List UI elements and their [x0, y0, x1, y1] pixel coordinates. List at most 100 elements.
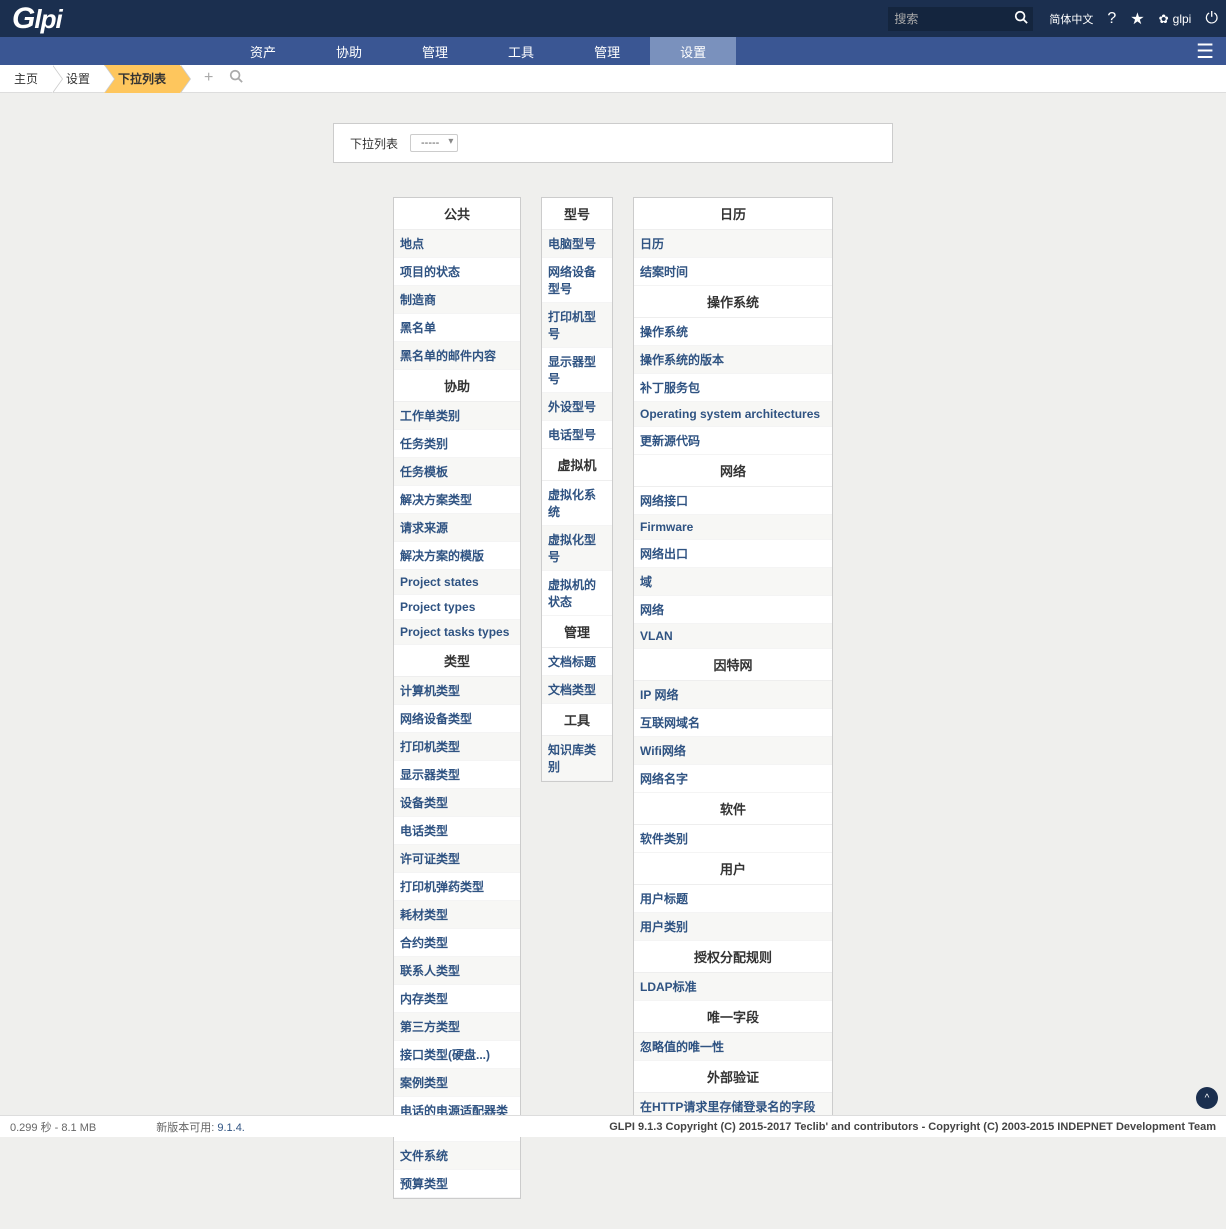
list-item-link[interactable]: 耗材类型: [400, 908, 448, 922]
list-item-link[interactable]: 互联网域名: [640, 716, 700, 730]
language-link[interactable]: 简体中文: [1049, 11, 1093, 27]
list-item: 网络设备型号: [542, 258, 612, 303]
list-item-link[interactable]: 接口类型(硬盘...): [400, 1048, 490, 1062]
list-item-link[interactable]: 文档标题: [548, 655, 596, 669]
list-item-link[interactable]: 文件系统: [400, 1149, 448, 1163]
list-item-link[interactable]: 任务模板: [400, 465, 448, 479]
list-item-link[interactable]: 设备类型: [400, 796, 448, 810]
search-action-icon[interactable]: [229, 69, 243, 88]
list-item-link[interactable]: 文档类型: [548, 683, 596, 697]
list-item-link[interactable]: Project states: [400, 575, 479, 589]
list-item-link[interactable]: 操作系统: [640, 325, 688, 339]
list-item-link[interactable]: 操作系统的版本: [640, 353, 724, 367]
list-item-link[interactable]: 第三方类型: [400, 1020, 460, 1034]
list-item-link[interactable]: 打印机类型: [400, 740, 460, 754]
star-icon[interactable]: ★: [1130, 9, 1144, 29]
list-item-link[interactable]: 黑名单的邮件内容: [400, 349, 496, 363]
list-item-link[interactable]: 网络出口: [640, 547, 688, 561]
list-item-link[interactable]: 知识库类别: [548, 743, 596, 774]
list-item-link[interactable]: 任务类别: [400, 437, 448, 451]
list-item-link[interactable]: 计算机类型: [400, 684, 460, 698]
menu-item-0[interactable]: 资产: [220, 37, 306, 65]
list-item-link[interactable]: 合约类型: [400, 936, 448, 950]
section-header: 管理: [542, 616, 612, 648]
list-item-link[interactable]: Operating system architectures: [640, 407, 820, 421]
section-header: 虚拟机: [542, 449, 612, 481]
breadcrumb-item-2[interactable]: 下拉列表: [104, 65, 180, 93]
list-item-link[interactable]: 工作单类别: [400, 409, 460, 423]
list-item-link[interactable]: 软件类别: [640, 832, 688, 846]
menu-item-2[interactable]: 管理: [392, 37, 478, 65]
list-item-link[interactable]: 解决方案类型: [400, 493, 472, 507]
list-item-link[interactable]: Project tasks types: [400, 625, 509, 639]
list-item-link[interactable]: 日历: [640, 237, 664, 251]
list-item-link[interactable]: 外设型号: [548, 400, 596, 414]
search-input[interactable]: [888, 9, 1008, 29]
list-item-link[interactable]: 用户标题: [640, 892, 688, 906]
list-item-link[interactable]: IP 网络: [640, 688, 678, 702]
list-item-link[interactable]: 网络设备类型: [400, 712, 472, 726]
list-item-link[interactable]: 制造商: [400, 293, 436, 307]
list-item-link[interactable]: 显示器类型: [400, 768, 460, 782]
list-item-link[interactable]: 地点: [400, 237, 424, 251]
list-item-link[interactable]: 打印机型号: [548, 310, 596, 341]
list-item-link[interactable]: LDAP标准: [640, 980, 697, 994]
list-item: 解决方案的模版: [394, 542, 520, 570]
list-item: 用户类别: [634, 913, 832, 941]
dropdown-filter-label: 下拉列表: [350, 135, 398, 152]
list-item: 黑名单: [394, 314, 520, 342]
menu-item-1[interactable]: 协助: [306, 37, 392, 65]
hamburger-icon[interactable]: ☰: [1184, 37, 1226, 65]
list-item-link[interactable]: 网络名字: [640, 772, 688, 786]
user-settings-link[interactable]: ✿ glpi: [1159, 12, 1192, 26]
list-item-link[interactable]: 显示器型号: [548, 355, 596, 386]
list-item-link[interactable]: 解决方案的模版: [400, 549, 484, 563]
breadcrumb-item-0[interactable]: 主页: [0, 65, 52, 93]
list-item-link[interactable]: 打印机弹药类型: [400, 880, 484, 894]
power-icon[interactable]: ⏻: [1205, 10, 1218, 28]
menu-item-3[interactable]: 工具: [478, 37, 564, 65]
search-icon[interactable]: [1008, 8, 1034, 29]
new-version-link[interactable]: 9.1.4.: [217, 1122, 245, 1134]
list-item-link[interactable]: 内存类型: [400, 992, 448, 1006]
scroll-top-button[interactable]: ^: [1196, 1087, 1218, 1109]
help-icon[interactable]: ?: [1107, 10, 1116, 28]
list-item-link[interactable]: 域: [640, 575, 652, 589]
add-icon[interactable]: +: [204, 69, 213, 88]
menu-item-4[interactable]: 管理: [564, 37, 650, 65]
list-item: 网络名字: [634, 765, 832, 793]
list-item-link[interactable]: VLAN: [640, 629, 673, 643]
list-item-link[interactable]: 网络: [640, 603, 664, 617]
list-item-link[interactable]: 网络设备型号: [548, 265, 596, 296]
dropdown-filter-select[interactable]: -----: [410, 134, 458, 152]
new-version-label: 新版本可用:: [156, 1122, 214, 1134]
list-item-link[interactable]: 电脑型号: [548, 237, 596, 251]
list-item-link[interactable]: 在HTTP请求里存储登录名的字段: [640, 1100, 815, 1114]
list-item: 工作单类别: [394, 402, 520, 430]
list-item-link[interactable]: 更新源代码: [640, 434, 700, 448]
list-item-link[interactable]: 案例类型: [400, 1076, 448, 1090]
list-item-link[interactable]: 忽略值的唯一性: [640, 1040, 724, 1054]
list-item-link[interactable]: 黑名单: [400, 321, 436, 335]
list-item-link[interactable]: 项目的状态: [400, 265, 460, 279]
list-item-link[interactable]: 联系人类型: [400, 964, 460, 978]
list-item-link[interactable]: 网络接口: [640, 494, 688, 508]
list-item: 项目的状态: [394, 258, 520, 286]
list-item-link[interactable]: 虚拟化系统: [548, 488, 596, 519]
list-item-link[interactable]: 用户类别: [640, 920, 688, 934]
list-item-link[interactable]: 电话型号: [548, 428, 596, 442]
list-item-link[interactable]: 结案时间: [640, 265, 688, 279]
list-item-link[interactable]: Firmware: [640, 520, 693, 534]
menu-item-5[interactable]: 设置: [650, 37, 736, 65]
list-item-link[interactable]: 电话类型: [400, 824, 448, 838]
list-item-link[interactable]: Wifi网络: [640, 744, 686, 758]
list-item-link[interactable]: 预算类型: [400, 1177, 448, 1191]
list-item-link[interactable]: 许可证类型: [400, 852, 460, 866]
list-item-link[interactable]: 虚拟化型号: [548, 533, 596, 564]
list-item: 打印机型号: [542, 303, 612, 348]
logo[interactable]: Glpi: [8, 2, 62, 36]
list-item-link[interactable]: 请求来源: [400, 521, 448, 535]
list-item-link[interactable]: Project types: [400, 600, 475, 614]
list-item-link[interactable]: 补丁服务包: [640, 381, 700, 395]
list-item-link[interactable]: 虚拟机的状态: [548, 578, 596, 609]
